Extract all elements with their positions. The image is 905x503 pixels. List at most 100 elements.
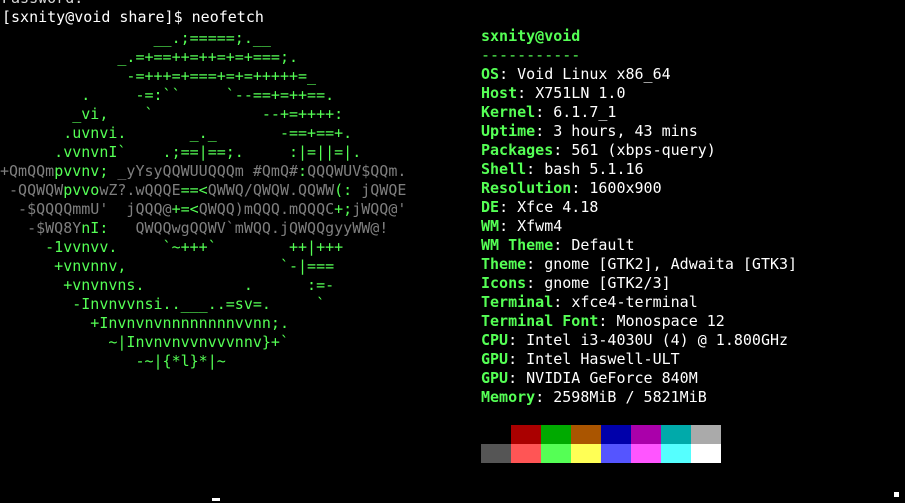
logo-line: _vi, ` --+=++++: — [0, 105, 406, 124]
info-key: Shell — [481, 160, 527, 178]
logo-line: -Invnvvnsi..___..=sv=. ` — [0, 295, 406, 314]
logo-line: .vvnvnI` .;==|==;. :|=||=|. — [0, 143, 406, 162]
logo-segment: QWQQ)mQQQ.mQQQC — [198, 200, 335, 218]
info-colon: : — [535, 122, 554, 140]
info-key: DE — [481, 198, 500, 216]
logo-line: -1vvnvv. `~+++` ++|+++ — [0, 238, 406, 257]
terminal-window[interactable]: Password: [sxnity@void share]$ neofetch … — [0, 0, 905, 503]
logo-line: ~|Invnvnvvnvvvnnv}+` — [0, 333, 406, 352]
info-value: gnome [GTK2], Adwaita [GTK3] — [544, 255, 798, 273]
info-value: 561 (xbps-query) — [571, 141, 716, 159]
terminal-cursor — [212, 498, 220, 501]
info-row: Packages: 561 (xbps-query) — [481, 141, 797, 160]
logo-segment: pvvo — [63, 181, 100, 199]
logo-line: -$WQ8YnI: QWQQwgQQWV`mWQQ.jQWQQgyyWW@! — [0, 219, 406, 238]
info-row: Resolution: 1600x900 — [481, 179, 797, 198]
logo-line: -~|{*l}*|~ — [0, 352, 406, 371]
info-value: 2598MiB / 5821MiB — [553, 388, 707, 406]
palette-swatch — [661, 425, 691, 444]
info-value: Void Linux x86_64 — [517, 65, 671, 83]
info-row: Uptime: 3 hours, 43 mins — [481, 122, 797, 141]
palette-swatch — [661, 444, 691, 463]
logo-segment: +; — [334, 200, 353, 218]
logo-line: +vnvnvns. . :=- — [0, 276, 406, 295]
previous-output-line: Password: — [2, 0, 83, 8]
logo-line: _.=+==++=++=+=+===;. — [0, 48, 406, 67]
info-colon: : — [553, 293, 572, 311]
palette-swatch — [481, 444, 511, 463]
info-colon: : — [526, 274, 545, 292]
info-key: Kernel — [481, 103, 536, 121]
logo-segment: -$QQQQmmU' jQQQ@ — [0, 200, 172, 218]
info-colon: : — [553, 236, 572, 254]
info-row: Shell: bash 5.1.16 — [481, 160, 797, 179]
info-colon: : — [499, 65, 518, 83]
logo-segment: -1vvnvv. `~+++` ++|+++ — [0, 238, 344, 256]
info-colon: : — [499, 198, 518, 216]
logo-segment: _yYsyQQWUUQQQm #QmQ# — [108, 162, 299, 180]
logo-segment: nI: — [81, 219, 109, 237]
logo-segment: .uvnvi. _._ -==+==+. — [0, 124, 353, 142]
user-host-title: sxnity@void — [481, 27, 581, 45]
logo-segment: (: — [334, 181, 353, 199]
logo-line: __.;=====;.__ — [0, 29, 406, 48]
logo-segment: +Invnvnvnnnnnnnnvvnn;. — [0, 314, 289, 332]
info-row: Host: X751LN 1.0 — [481, 84, 797, 103]
palette-swatch — [601, 425, 631, 444]
info-value: xfce4-terminal — [571, 293, 698, 311]
info-colon: : — [526, 255, 545, 273]
logo-segment: _.=+==++=++=+=+===;. — [0, 48, 299, 66]
info-key: WM Theme — [481, 236, 554, 254]
logo-segment: . -=:`` `--==+=++==. — [0, 86, 335, 104]
info-row: CPU: Intel i3-4030U (4) @ 1.800GHz — [481, 331, 797, 350]
logo-segment: +QmQQm — [0, 162, 55, 180]
info-key: Theme — [481, 255, 527, 273]
info-key: WM — [481, 217, 500, 235]
logo-line: -$QQQQmmU' jQQQ@+=<QWQQ)mQQQ.mQQQC+;jWQQ… — [0, 200, 406, 219]
info-colon: : — [517, 84, 536, 102]
logo-segment: pvvnv; — [54, 162, 109, 180]
info-row: Kernel: 6.1.7_1 — [481, 103, 797, 122]
info-row: Terminal Font: Monospace 12 — [481, 312, 797, 331]
info-colon: : — [508, 331, 527, 349]
info-row: GPU: NVIDIA GeForce 840M — [481, 369, 797, 388]
palette-swatch — [691, 444, 721, 463]
info-value: Intel Haswell-ULT — [526, 350, 680, 368]
logo-segment: -~|{*l}*|~ — [0, 352, 226, 370]
logo-segment: QQQWUV$QQm. — [307, 162, 407, 180]
palette-swatch — [511, 444, 541, 463]
info-colon: : — [571, 179, 590, 197]
logo-line: -=+++=+===+=+=+++++=_ — [0, 67, 406, 86]
info-key: OS — [481, 65, 500, 83]
palette-swatch — [691, 425, 721, 444]
logo-segment: +=< — [171, 200, 199, 218]
resize-grip-icon[interactable] — [894, 492, 899, 497]
palette-swatch — [631, 444, 661, 463]
info-key: GPU — [481, 350, 509, 368]
title-separator: ----------- — [481, 46, 581, 64]
logo-segment: jWQQ@' — [352, 200, 407, 218]
info-value: 1600x900 — [589, 179, 662, 197]
info-key: Terminal Font — [481, 312, 599, 330]
distro-ascii-logo: __.;=====;.__ _.=+==++=++=+=+===;. -=+++… — [0, 29, 406, 371]
info-colon: : — [499, 217, 518, 235]
info-value: Monospace 12 — [616, 312, 725, 330]
info-colon: : — [535, 388, 554, 406]
info-key: CPU — [481, 331, 509, 349]
info-row: WM Theme: Default — [481, 236, 797, 255]
info-row: DE: Xfce 4.18 — [481, 198, 797, 217]
logo-segment: : — [298, 162, 308, 180]
info-colon: : — [598, 312, 617, 330]
logo-segment: -$WQ8Y — [0, 219, 82, 237]
info-value: gnome [GTK2/3] — [544, 274, 671, 292]
info-key: GPU — [481, 369, 509, 387]
palette-swatch — [631, 425, 661, 444]
info-row: Icons: gnome [GTK2/3] — [481, 274, 797, 293]
info-row: OS: Void Linux x86_64 — [481, 65, 797, 84]
info-key: Uptime — [481, 122, 536, 140]
info-row: Theme: gnome [GTK2], Adwaita [GTK3] — [481, 255, 797, 274]
info-value: 3 hours, 43 mins — [553, 122, 698, 140]
logo-segment: _vi, ` --+=++++: — [0, 105, 344, 123]
info-value: bash 5.1.16 — [544, 160, 644, 178]
info-colon: : — [508, 350, 527, 368]
